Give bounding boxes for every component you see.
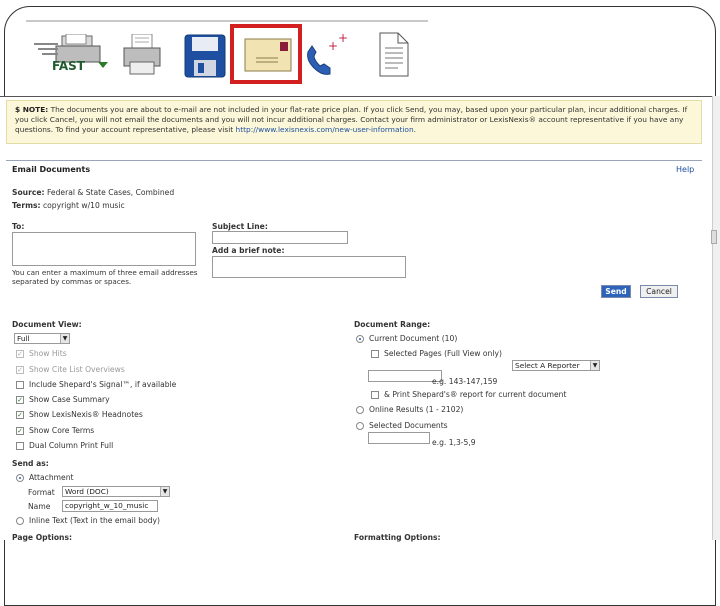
chevron-down-icon: ▼	[590, 361, 599, 370]
terms-label: Terms:	[12, 201, 41, 210]
show-headnotes-label: Show LexisNexis® Headnotes	[29, 410, 143, 419]
show-hits-label: Show Hits	[29, 349, 67, 358]
to-hint: You can enter a maximum of three email a…	[12, 268, 198, 286]
documents-input[interactable]	[368, 432, 430, 444]
show-hits-checkbox[interactable]: ✓	[16, 350, 24, 358]
document-icon[interactable]	[376, 32, 410, 78]
file-name-input[interactable]: copyright_w_10_music	[62, 500, 158, 512]
document-view-select[interactable]: Full ▼	[14, 333, 70, 344]
show-case-summary-label: Show Case Summary	[29, 395, 110, 404]
to-input[interactable]	[12, 232, 196, 266]
attachment-label: Attachment	[29, 473, 74, 482]
terms-line: Terms: copyright w/10 music	[12, 201, 125, 210]
online-results-radio[interactable]	[356, 406, 364, 414]
current-document-label: Current Document (10)	[369, 334, 458, 343]
dual-column-label: Dual Column Print Full	[29, 441, 114, 450]
svg-text:+: +	[338, 31, 348, 45]
show-core-terms-label: Show Core Terms	[29, 426, 95, 435]
reporter-select[interactable]: Select A Reporter ▼	[512, 360, 600, 371]
fast-print-icon[interactable]: FAST	[32, 33, 112, 74]
page-options-label: Page Options:	[12, 533, 73, 542]
account-rep-link[interactable]: http://www.lexisnexis.com/new-user-infor…	[236, 125, 414, 134]
terms-value: copyright w/10 music	[42, 201, 125, 210]
source-value: Federal & State Cases, Combined	[46, 188, 175, 197]
to-label: To:	[12, 222, 25, 231]
current-document-radio[interactable]	[356, 335, 364, 343]
delivery-toolbar: FAST + +	[0, 0, 720, 96]
source-label: Source:	[12, 188, 45, 197]
show-core-terms-checkbox[interactable]: ✓	[16, 427, 24, 435]
inline-text-label: Inline Text (Text in the email body)	[29, 516, 160, 525]
format-label: Format	[28, 488, 55, 497]
document-view-label: Document View:	[12, 320, 82, 329]
note-suffix: .	[413, 125, 416, 134]
inline-text-radio[interactable]	[16, 517, 24, 525]
selected-documents-radio[interactable]	[356, 422, 364, 430]
print-shepards-label: & Print Shepard's® report for current do…	[384, 390, 567, 399]
send-as-label: Send as:	[12, 459, 49, 468]
chevron-down-icon: ▼	[160, 487, 169, 496]
online-results-label: Online Results (1 - 2102)	[369, 405, 464, 414]
show-headnotes-checkbox[interactable]: ✓	[16, 411, 24, 419]
print-icon[interactable]	[122, 33, 162, 76]
note-label: Add a brief note:	[212, 246, 285, 255]
format-value: Word (DOC)	[65, 487, 109, 496]
show-cite-overviews-label: Show Cite List Overviews	[29, 365, 125, 374]
save-icon[interactable]	[184, 34, 226, 78]
documents-example: e.g. 1,3-5,9	[432, 438, 476, 447]
cancel-button[interactable]: Cancel	[640, 285, 678, 298]
formatting-options-label: Formatting Options:	[354, 533, 441, 542]
include-shepards-checkbox[interactable]	[16, 381, 24, 389]
send-button[interactable]: Send	[601, 285, 631, 298]
include-shepards-label: Include Shepard's Signal™, if available	[29, 380, 177, 389]
help-link[interactable]: Help	[676, 165, 694, 174]
note-prefix: $ NOTE:	[15, 105, 49, 114]
print-shepards-checkbox[interactable]	[371, 391, 379, 399]
attachment-radio[interactable]	[16, 474, 24, 482]
reporter-value: Select A Reporter	[515, 361, 580, 370]
document-range-label: Document Range:	[354, 320, 431, 329]
document-view-value: Full	[17, 334, 30, 343]
chevron-down-icon: ▼	[60, 334, 69, 343]
scrollbar-thumb[interactable]	[711, 230, 717, 244]
selected-pages-label: Selected Pages (Full View only)	[384, 349, 502, 358]
show-cite-overviews-checkbox[interactable]: ✓	[16, 366, 24, 374]
show-case-summary-checkbox[interactable]: ✓	[16, 396, 24, 404]
vertical-scrollbar[interactable]	[712, 96, 720, 540]
fax-icon[interactable]: + +	[304, 30, 352, 78]
subject-input[interactable]	[212, 231, 348, 244]
subject-label: Subject Line:	[212, 222, 268, 231]
dual-column-checkbox[interactable]	[16, 442, 24, 450]
source-line: Source: Federal & State Cases, Combined	[12, 188, 174, 197]
pricing-note: $ NOTE: The documents you are about to e…	[6, 100, 702, 144]
svg-text:FAST: FAST	[52, 59, 86, 73]
pages-input[interactable]	[368, 370, 442, 382]
selected-documents-label: Selected Documents	[369, 421, 448, 430]
note-textarea[interactable]	[212, 256, 406, 278]
selected-pages-checkbox[interactable]	[371, 350, 379, 358]
selected-email-highlight	[230, 24, 302, 84]
format-select[interactable]: Word (DOC) ▼	[62, 486, 170, 497]
name-label: Name	[28, 502, 51, 511]
svg-text:+: +	[328, 39, 338, 53]
pages-example: e.g. 143-147,159	[432, 377, 498, 386]
panel-title: Email Documents	[12, 165, 91, 174]
